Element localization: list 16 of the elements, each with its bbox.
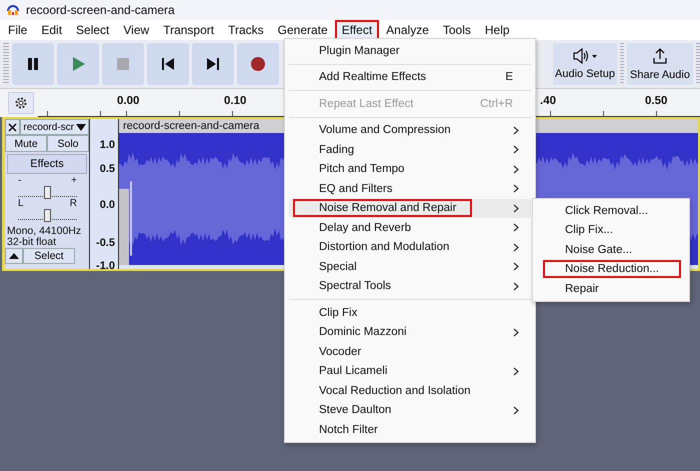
- amplitude-scale-label: 0.5: [100, 163, 115, 175]
- window-title: recoord-screen-and-camera: [26, 3, 175, 17]
- amplitude-scale-label: -1.0: [96, 260, 115, 272]
- slider-label: R: [70, 199, 77, 209]
- timeline-tick-label: 0.10: [224, 95, 246, 107]
- amplitude-scale-label: 0.0: [100, 199, 115, 211]
- slider-label: +: [71, 176, 77, 186]
- slider-label: -: [18, 176, 22, 186]
- track-format-text: 32-bit float: [7, 237, 58, 248]
- amplitude-scale-label: -0.5: [96, 237, 115, 249]
- timeline-tick-label: 0.50: [645, 95, 668, 107]
- track-format-text: Mono, 44100Hz: [7, 226, 82, 237]
- timeline-tick-label: 0.00: [117, 95, 140, 107]
- timeline-tick-label: .40: [540, 95, 556, 107]
- amplitude-scale-label: 1.0: [100, 139, 115, 151]
- slider-label: L: [18, 199, 24, 209]
